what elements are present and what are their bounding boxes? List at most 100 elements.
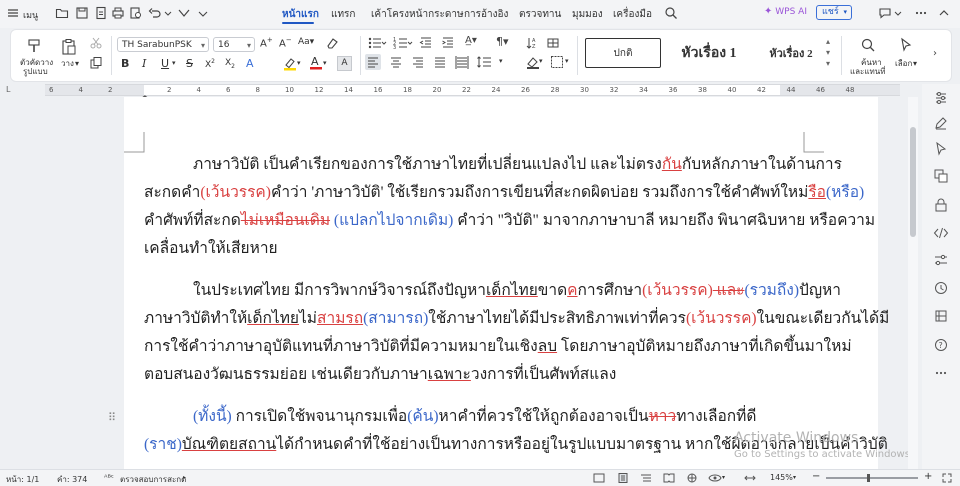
select-label[interactable]: เลือก (895, 59, 912, 68)
table-border-icon[interactable] (546, 36, 560, 53)
zoom-level[interactable]: 145% (770, 473, 793, 482)
paragraph-1-line-1[interactable]: ภาษาวิบัติ เป็นคำเรียกของการใช้ภาษาไทยที… (193, 151, 842, 179)
font-size-select[interactable]: 16 ▾ (213, 37, 255, 52)
save-icon[interactable] (75, 6, 91, 22)
menu-label[interactable]: เมนู (23, 8, 38, 22)
settings-sliders-icon[interactable] (933, 252, 949, 268)
print-icon[interactable] (111, 6, 127, 22)
zoom-out-icon[interactable]: − (812, 471, 820, 482)
asian-layout-icon[interactable]: A̲▾ (465, 35, 477, 46)
bold-icon[interactable]: B (121, 57, 129, 70)
underline-dropdown-icon[interactable]: ▾ (172, 59, 176, 67)
underline-icon[interactable]: U (161, 57, 169, 70)
spell-check-label[interactable]: ตรวจสอบการสะกด (120, 473, 186, 486)
paste-icon[interactable] (60, 38, 78, 59)
code-icon[interactable] (933, 225, 949, 241)
fullscreen-icon[interactable] (942, 473, 952, 485)
find-replace-icon[interactable] (860, 37, 876, 56)
zoom-in-icon[interactable]: + (924, 471, 932, 482)
view-web-icon[interactable] (686, 473, 698, 485)
line-spacing-icon[interactable] (476, 54, 496, 73)
line-spacing-dropdown-icon[interactable]: ▾ (499, 57, 503, 65)
comment-icon[interactable] (878, 6, 894, 22)
horizontal-ruler[interactable]: 6 4 2 2 4 6 8 10 12 14 16 18 20 22 24 26 28 30 32 34 36 38 40 4… (45, 84, 900, 96)
status-dropdown-icon[interactable]: ▸ (183, 474, 186, 481)
tab-insert[interactable]: แทรก (331, 7, 355, 22)
paste-dropdown-icon[interactable]: ▾ (75, 59, 79, 68)
print-preview-icon[interactable] (129, 6, 145, 22)
comment-dropdown-icon[interactable] (893, 6, 903, 22)
align-right-icon[interactable] (410, 54, 426, 73)
borders-dropdown-icon[interactable]: ▾ (565, 57, 569, 65)
track-changes-icon[interactable] (593, 473, 605, 485)
more-options-icon[interactable] (914, 6, 930, 22)
text-effect-icon[interactable]: A (244, 56, 258, 73)
styles-gallery-scroll[interactable]: ▴ ▾ ▾ (826, 36, 830, 69)
paragraph-2-line-2[interactable]: ภาษาวิบัติทำให้เด็กไทยไม่สามรถ(สามารถ)ใช… (144, 305, 889, 333)
change-case-icon[interactable]: Aa▾ (298, 37, 314, 47)
tab-stop-selector[interactable]: L (6, 85, 10, 94)
increase-font-icon[interactable]: A+ (260, 36, 273, 49)
paragraph-1-line-4[interactable]: เคลื่อนทำให้เสียหาย (144, 235, 278, 263)
export-pdf-icon[interactable] (94, 6, 110, 22)
paragraph-2-line-3[interactable]: การใช้คำว่าภาษาอุบัติแทนที่ภาษาวิบัติที่… (144, 333, 852, 361)
decrease-font-icon[interactable]: A− (279, 36, 292, 49)
shading-dropdown-icon[interactable]: ▾ (539, 57, 543, 65)
align-left-icon[interactable] (365, 54, 381, 70)
wps-ai-button[interactable]: ✦ WPS AI (764, 6, 807, 17)
numbering-icon[interactable]: 123 (393, 36, 413, 53)
clear-format-icon[interactable] (325, 36, 339, 53)
ribbon-scroll-right-icon[interactable]: › (933, 48, 937, 59)
scrollbar-thumb[interactable] (910, 127, 916, 237)
library-icon[interactable] (933, 308, 949, 324)
strikethrough-icon[interactable]: S (186, 57, 193, 70)
borders-icon[interactable] (549, 54, 565, 73)
view-read-icon[interactable] (663, 473, 675, 485)
character-shading-icon[interactable]: A (337, 56, 352, 71)
translate-icon[interactable] (933, 168, 949, 184)
style-normal[interactable]: ปกติ (585, 38, 661, 68)
share-button[interactable]: แชร์ ▾ (816, 5, 852, 20)
undo-icon[interactable] (148, 6, 164, 22)
lock-icon[interactable] (933, 197, 949, 213)
find-replace-label[interactable]: ค้นหา (861, 58, 882, 67)
collapse-ribbon-icon[interactable] (937, 6, 953, 22)
bullets-icon[interactable] (367, 36, 387, 53)
paragraph-2-line-1[interactable]: ในประเทศไทย มีการวิพากษ์วิจารณ์ถึงปัญหาเ… (193, 277, 841, 305)
paragraph-1-line-2[interactable]: สะกดคำ(เว้นวรรค)คำว่า 'ภาษาวิบัติ' ใช้เร… (144, 179, 864, 207)
decrease-indent-icon[interactable] (419, 36, 433, 53)
eye-protection-icon[interactable] (708, 473, 722, 485)
format-painter-label[interactable]: ตัวคัดวาง (20, 58, 53, 67)
font-color-dropdown-icon[interactable]: ▾ (323, 59, 327, 67)
select-pointer-icon[interactable] (933, 141, 949, 157)
paragraph-2-line-4[interactable]: ตอบสนองวัฒนธรรมย่อย เช่นเดียวกับภาษาเฉพา… (144, 361, 616, 389)
hamburger-menu-icon[interactable] (6, 6, 22, 22)
align-center-icon[interactable] (388, 54, 404, 73)
tab-tools[interactable]: เครื่องมือ (613, 7, 652, 22)
view-print-layout-icon[interactable] (617, 473, 629, 485)
word-count[interactable]: คำ: 374 (57, 473, 87, 486)
copy-icon[interactable] (89, 56, 103, 73)
paragraph-mark-icon[interactable]: ¶▾ (496, 35, 509, 48)
format-painter-icon[interactable] (26, 38, 44, 57)
customize-toolbar-icon[interactable] (196, 6, 212, 22)
drag-handle-icon[interactable]: ⠿ (108, 411, 116, 424)
paragraph-3-line-1[interactable]: (ทั้งนี้) การเปิดใช้พจนานุกรมเพื่อ(ค้น)ห… (193, 403, 756, 431)
tab-review[interactable]: ตรวจทาน (519, 7, 561, 22)
redo-icon[interactable] (177, 6, 193, 22)
justify-icon[interactable] (432, 54, 448, 73)
tab-home[interactable]: หน้าแรก (282, 7, 319, 22)
distributed-icon[interactable] (454, 54, 470, 73)
select-cursor-icon[interactable] (898, 37, 914, 56)
zoom-slider-thumb[interactable] (866, 474, 870, 482)
paste-label[interactable]: วาง (61, 59, 74, 68)
tab-view[interactable]: มุมมอง (572, 7, 603, 22)
more-vertical-icon[interactable] (933, 365, 949, 381)
font-name-select[interactable]: TH SarabunPSK ▾ (117, 37, 209, 52)
eye-dropdown-icon[interactable]: ▾ (722, 474, 725, 481)
increase-indent-icon[interactable] (441, 36, 455, 53)
style-heading-2[interactable]: หัวเรื่อง 2 (755, 38, 827, 68)
spell-check-icon[interactable]: ᴬᴮᶜ (104, 473, 114, 482)
edit-pen-icon[interactable] (933, 115, 949, 131)
highlight-dropdown-icon[interactable]: ▾ (297, 59, 301, 67)
